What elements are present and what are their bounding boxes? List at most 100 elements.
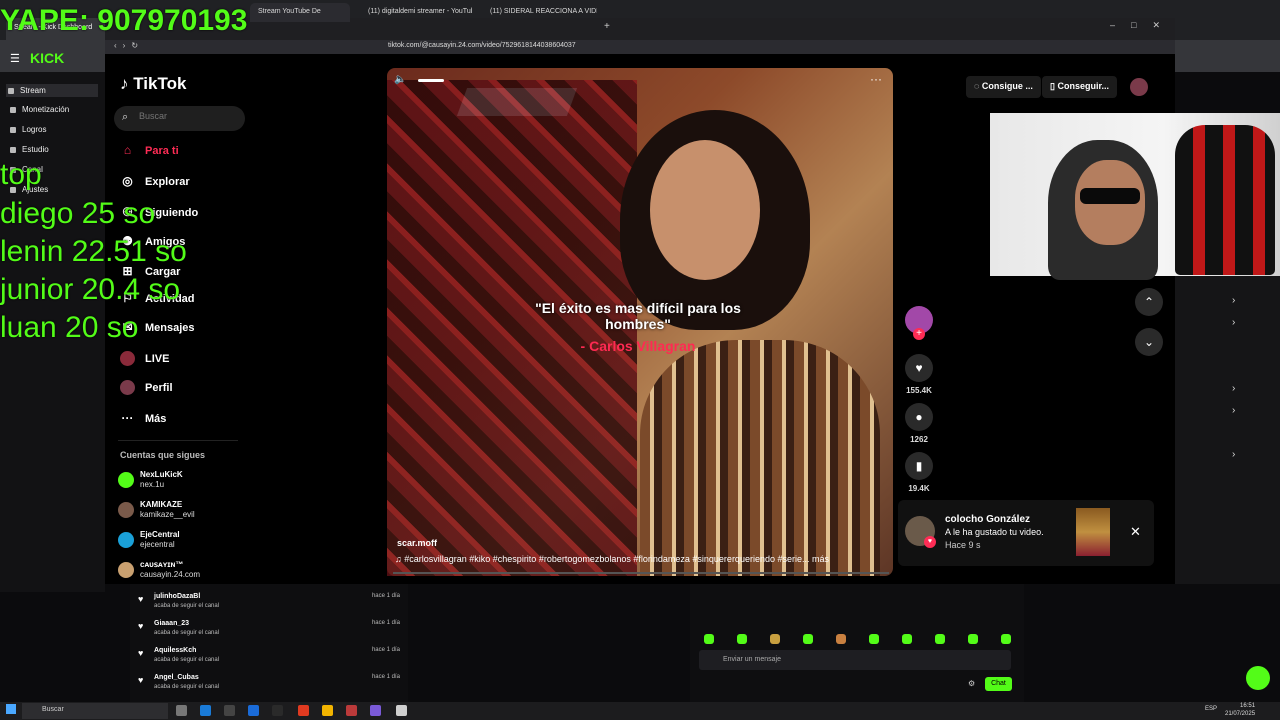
- search-input[interactable]: [139, 111, 239, 121]
- get-coins-button[interactable]: ◌ Consigue ...: [966, 76, 1041, 98]
- video-progress-bar[interactable]: [393, 572, 889, 574]
- nav-buttons[interactable]: ‹›↻: [114, 41, 144, 50]
- app-icon[interactable]: [224, 705, 235, 716]
- more-options-icon[interactable]: ···: [870, 72, 882, 86]
- app-icon[interactable]: [396, 705, 407, 716]
- heart-icon: ♥: [924, 536, 936, 548]
- get-app-button[interactable]: ▯ Conseguir...: [1042, 76, 1117, 98]
- gear-icon[interactable]: ⚙: [968, 679, 975, 688]
- mute-icon[interactable]: 🔈: [394, 74, 406, 85]
- app-icon[interactable]: [346, 705, 357, 716]
- search-icon: ⌕: [122, 111, 129, 123]
- following-item[interactable]: EjeCentral ejecentral: [118, 530, 180, 550]
- video-hashtags[interactable]: ♫ #carlosvillagran #kiko #chespirito #ro…: [395, 554, 885, 564]
- video-author[interactable]: scar.moff: [397, 538, 437, 548]
- nav-explorar[interactable]: ◎ Explorar: [120, 174, 190, 189]
- nav-para-ti[interactable]: ⌂ Para ti: [120, 143, 179, 158]
- url-text[interactable]: tiktok.com/@causayin.24.com/video/752961…: [388, 42, 576, 49]
- comment-icon[interactable]: ●: [905, 403, 933, 431]
- user-avatar[interactable]: [1130, 78, 1148, 96]
- inner-tab-youtube-stream[interactable]: Stream YouTube De: [250, 3, 350, 22]
- like-action[interactable]: ♥ 155.4K: [905, 354, 933, 395]
- windows-start-icon[interactable]: [6, 704, 16, 714]
- language-indicator[interactable]: ESP: [1205, 706, 1217, 712]
- prev-video-button[interactable]: ⌃: [1135, 288, 1163, 316]
- chat-fab-icon[interactable]: [1246, 666, 1270, 690]
- app-icon[interactable]: [272, 705, 283, 716]
- activity-row: ♥ Giaaan_23 acaba de seguir el canal hace 1…: [138, 617, 400, 643]
- kick-nav-label: Monetización: [22, 105, 70, 114]
- kick-nav-achievements[interactable]: Logros: [10, 125, 46, 134]
- nav-perfil[interactable]: Perfil: [120, 380, 173, 395]
- avatar: [118, 532, 134, 548]
- emote-icon[interactable]: [803, 634, 813, 644]
- following-item[interactable]: KAMIKAZE kamikaze__evil: [118, 500, 195, 520]
- activity-time: hace 1 día: [371, 620, 400, 626]
- video-scene-face: [650, 140, 760, 280]
- following-handle: ejecentral: [140, 540, 175, 549]
- kick-nav-studio[interactable]: Estudio: [10, 145, 49, 154]
- app-icon[interactable]: [370, 705, 381, 716]
- following-title: Cuentas que sigues: [120, 450, 206, 460]
- chat-input[interactable]: Enviar un mensaje: [699, 650, 1011, 670]
- chat-send-button[interactable]: Chat: [985, 677, 1012, 691]
- panel-chevrons[interactable]: › › › › ›: [1232, 290, 1235, 466]
- activity-name[interactable]: Angel_Cubas: [154, 674, 199, 681]
- activity-row: ♥ julinhoDazaBl acaba de seguir el canal ha…: [138, 590, 400, 616]
- activity-time: hace 1 día: [371, 647, 400, 653]
- tiktok-logo[interactable]: ♪ TikTok: [120, 74, 186, 94]
- comment-action[interactable]: ● 1262: [905, 403, 933, 444]
- search-box[interactable]: ⌕: [114, 106, 245, 131]
- heart-icon[interactable]: ♥: [905, 354, 933, 382]
- window-controls[interactable]: –□✕: [1110, 20, 1176, 31]
- trophy-icon: [10, 126, 16, 133]
- edge-icon[interactable]: [200, 705, 211, 716]
- emote-icon[interactable]: [869, 634, 879, 644]
- activity-row: ♥ AquilessKch acaba de seguir el canal hace…: [138, 644, 400, 670]
- following-item[interactable]: NexLuKicK nex.1u: [118, 470, 183, 490]
- nav-label: Explorar: [145, 175, 190, 188]
- top-donor-line: junior 20.4 so: [0, 273, 181, 306]
- outlook-icon[interactable]: [248, 705, 259, 716]
- close-icon[interactable]: ✕: [1130, 524, 1141, 540]
- kick-nav-monetization[interactable]: Monetización: [10, 105, 69, 114]
- nav-label: Perfil: [145, 381, 173, 394]
- new-tab-button[interactable]: +: [604, 21, 610, 32]
- bookmark-icon[interactable]: ▮: [905, 452, 933, 480]
- emote-icon[interactable]: [737, 634, 747, 644]
- save-count: 19.4K: [908, 484, 930, 493]
- inner-tab-digitaldemi[interactable]: (11) digitaldemi streamer - YouTube: [360, 3, 472, 22]
- emote-icon[interactable]: [1001, 634, 1011, 644]
- activity-sub: acaba de seguir el canal: [154, 657, 220, 663]
- kick-nav-label: Estudio: [22, 145, 49, 154]
- emote-icon[interactable]: [968, 634, 978, 644]
- emote-icon[interactable]: [902, 634, 912, 644]
- activity-name[interactable]: AquilessKch: [154, 647, 196, 654]
- save-action[interactable]: ▮ 19.4K: [905, 452, 933, 493]
- taskbar-search[interactable]: Buscar: [22, 703, 168, 719]
- inner-tab-sideral[interactable]: (11) SIDERAL REACCIONA A VIDEOS: [482, 3, 597, 22]
- follow-plus-icon[interactable]: +: [913, 328, 925, 340]
- activity-name[interactable]: Giaaan_23: [154, 620, 189, 627]
- activity-name[interactable]: julinhoDazaBl: [154, 593, 200, 600]
- following-item[interactable]: cᴀᴜꜱᴀʏɪɴ™ causayin.24.com: [118, 560, 200, 580]
- nav-live[interactable]: LIVE: [120, 351, 169, 366]
- menu-icon[interactable]: ☰: [10, 52, 20, 65]
- address-bar[interactable]: [105, 40, 1175, 54]
- volume-slider[interactable]: [418, 79, 444, 82]
- emote-icon[interactable]: [935, 634, 945, 644]
- nav-mas[interactable]: ··· Más: [120, 411, 167, 426]
- task-view-icon[interactable]: [176, 705, 187, 716]
- top-donor-line: luan 20 so: [0, 311, 139, 344]
- next-video-button[interactable]: ⌄: [1135, 328, 1163, 356]
- brave-icon[interactable]: [298, 705, 309, 716]
- chrome-icon[interactable]: [322, 705, 333, 716]
- yape-overlay: YAPE: 907970193: [0, 4, 248, 37]
- emote-icon[interactable]: [704, 634, 714, 644]
- following-handle: nex.1u: [140, 480, 165, 489]
- tiktok-note-icon: ♪: [120, 74, 129, 93]
- kick-nav-stream[interactable]: Stream: [6, 84, 98, 97]
- emote-icon[interactable]: [770, 634, 780, 644]
- clock[interactable]: 16:51 21/07/2025: [1225, 702, 1255, 718]
- emote-icon[interactable]: [836, 634, 846, 644]
